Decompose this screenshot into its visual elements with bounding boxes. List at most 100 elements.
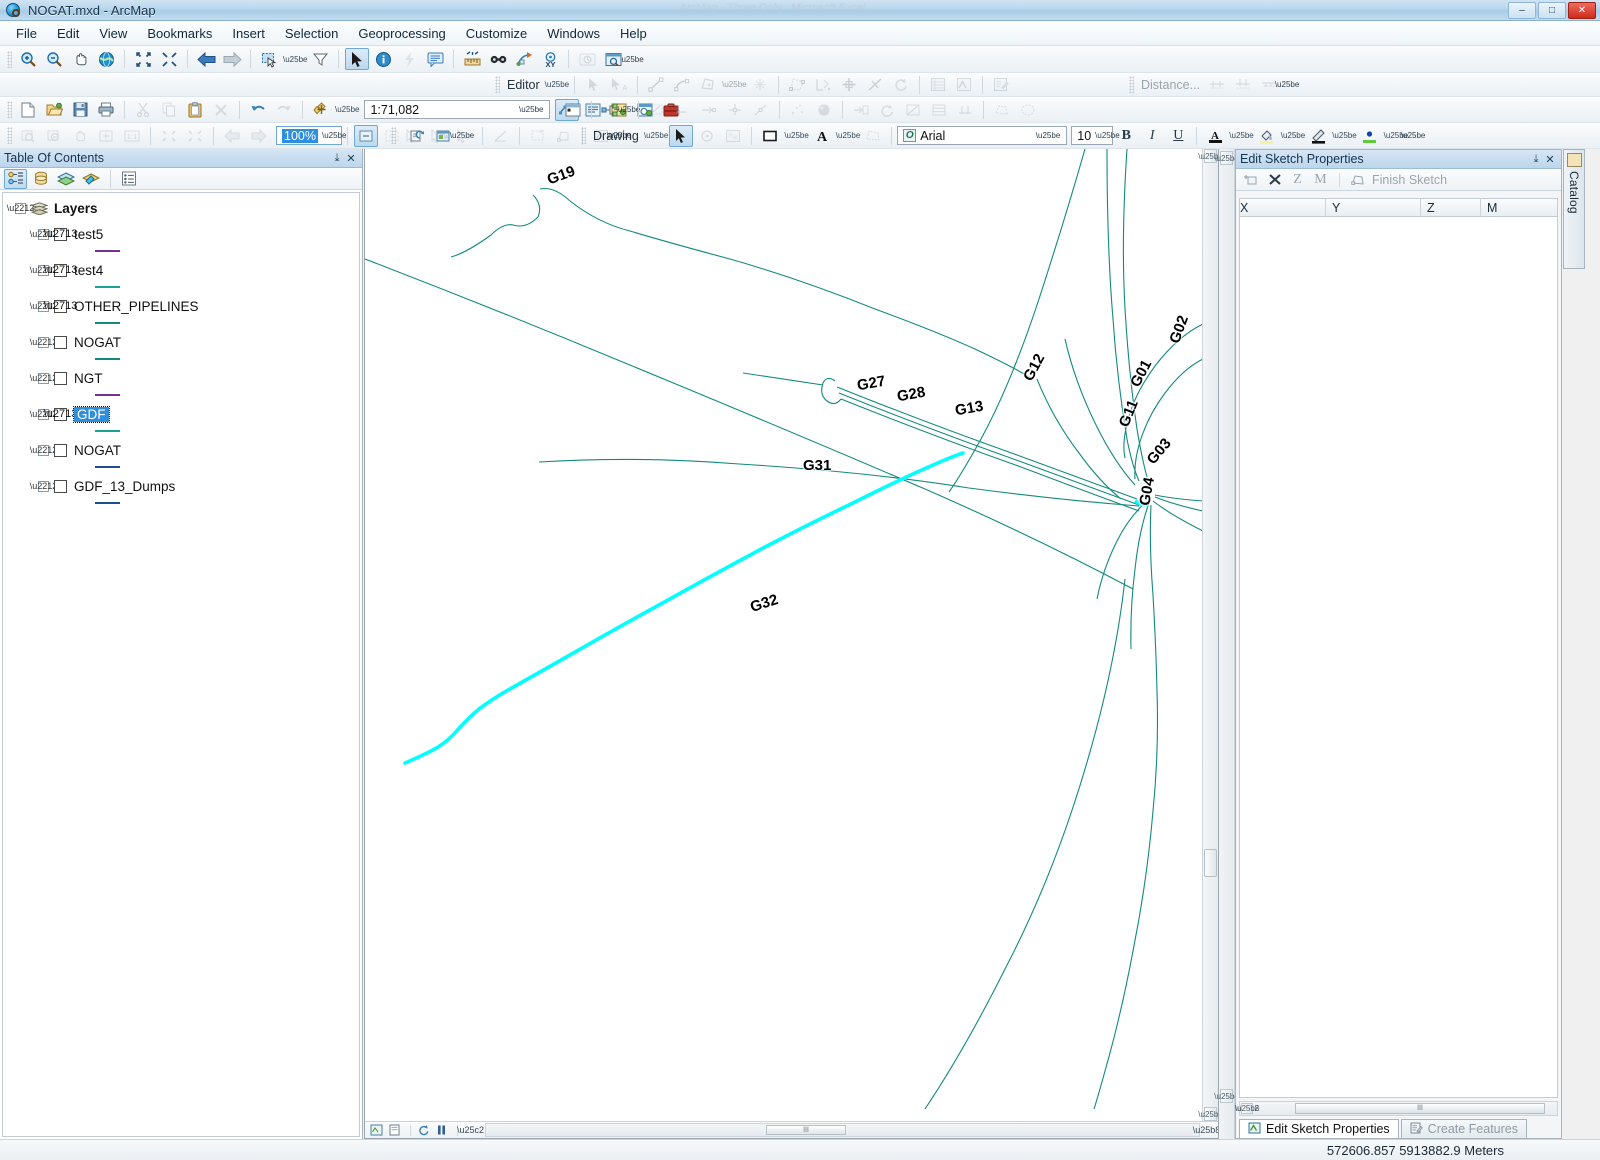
- map-scale-combo[interactable]: 1:71,082 \u25be: [364, 100, 551, 119]
- toggle-draft-mode-icon[interactable]: [354, 124, 378, 147]
- select-topology-icon[interactable]: [400, 125, 424, 147]
- insert-vertex-icon[interactable]: [1242, 171, 1261, 189]
- identify-icon[interactable]: [371, 48, 395, 70]
- scroll-right-icon[interactable]: \u25b8: [1193, 1123, 1218, 1137]
- draw-rectangle-icon[interactable]: [758, 125, 782, 147]
- planarize-lines-icon[interactable]: [953, 99, 977, 121]
- measure-icon[interactable]: [460, 48, 484, 70]
- print-icon[interactable]: [94, 99, 118, 121]
- distance-toolbar-grip[interactable]: [1129, 76, 1134, 93]
- z-button[interactable]: Z: [1288, 171, 1307, 189]
- go-back-extent-icon[interactable]: [194, 48, 218, 70]
- time-slider-icon[interactable]: [575, 48, 599, 70]
- finish-sketch-icon[interactable]: [1349, 171, 1368, 189]
- toc-layer-gdf13dumps[interactable]: \u2212 GDF_13_Dumps: [30, 477, 359, 495]
- layout-forward-icon[interactable]: [246, 125, 270, 147]
- esk-pin-button[interactable]: ⤓: [1529, 152, 1543, 166]
- topology-edit-icon[interactable]: [901, 99, 925, 121]
- layout-zoom-in-icon[interactable]: [16, 125, 40, 147]
- new-map-icon[interactable]: [16, 99, 40, 121]
- vertex-snap-icon[interactable]: [645, 99, 669, 121]
- add-topology-icon[interactable]: [426, 125, 450, 147]
- scroll-left-icon[interactable]: \u25c2: [457, 1123, 484, 1137]
- save-icon[interactable]: [68, 99, 92, 121]
- show-shared-features-icon[interactable]: [927, 99, 951, 121]
- go-forward-extent-icon[interactable]: [220, 48, 244, 70]
- menu-item-selection[interactable]: Selection: [275, 23, 348, 44]
- layout-pan-icon[interactable]: [68, 125, 92, 147]
- pause-drawing-icon[interactable]: [434, 1123, 449, 1137]
- map-horizontal-scrollbar[interactable]: ‖‖: [485, 1123, 1200, 1137]
- intersection-snap-icon[interactable]: [723, 99, 747, 121]
- zoom-in-icon[interactable]: [16, 48, 40, 70]
- sphere-icon[interactable]: [812, 99, 836, 121]
- map-data-frame[interactable]: G19 G12 G27 G28 G13 G02 G01 G11 G03 G04 …: [364, 149, 1219, 1139]
- construct-features-icon[interactable]: [990, 99, 1014, 121]
- toc-layer-nogat-1[interactable]: \u2212 NOGAT: [30, 333, 359, 351]
- layout-toolbar-grip[interactable]: [7, 127, 12, 144]
- layer-checkbox[interactable]: \u2713: [44, 227, 77, 241]
- close-button[interactable]: ✕: [1568, 2, 1596, 19]
- new-text-icon[interactable]: A: [810, 125, 834, 147]
- toc-layer-ngt[interactable]: \u2212 NGT: [30, 369, 359, 387]
- topology-modify-icon[interactable]: [526, 125, 550, 147]
- clear-selection-icon[interactable]: [308, 48, 332, 70]
- map-vscroll-thumb[interactable]: [1204, 849, 1217, 877]
- list-by-visibility-icon[interactable]: [54, 169, 77, 189]
- straight-segment-icon[interactable]: [644, 74, 668, 96]
- arc-segment-icon[interactable]: [670, 74, 694, 96]
- toolbar-grip[interactable]: [7, 50, 12, 68]
- create-features-icon[interactable]: [989, 74, 1013, 96]
- toc-layer-test4[interactable]: \u2212 \u2713 test4: [30, 261, 359, 279]
- remove-topology-icon[interactable]: [452, 125, 476, 147]
- distance-distance-icon[interactable]: [1205, 74, 1229, 96]
- point-icon[interactable]: [748, 74, 772, 96]
- menu-item-windows[interactable]: Windows: [537, 23, 610, 44]
- rdock-splitter[interactable]: \u25b4 \u25be: [1214, 149, 1239, 1139]
- map-canvas[interactable]: G19 G12 G27 G28 G13 G02 G01 G11 G03 G04 …: [365, 149, 1204, 1138]
- marker-color-icon[interactable]: [1358, 125, 1382, 147]
- esk-grid-body[interactable]: [1239, 217, 1558, 1098]
- layout-full-extent-icon[interactable]: [94, 125, 118, 147]
- toc-root-layers[interactable]: \u2212 Layers: [7, 199, 359, 217]
- edit-vertices-icon[interactable]: [785, 74, 809, 96]
- find-route-icon[interactable]: [512, 48, 536, 70]
- cut-polygons-icon[interactable]: [837, 74, 861, 96]
- font-size-combo[interactable]: 10 \u25be: [1071, 126, 1120, 145]
- list-by-selection-icon[interactable]: [79, 169, 102, 189]
- esk-hscroll-thumb[interactable]: ‖‖: [1295, 1103, 1545, 1114]
- layout-zoom-combo[interactable]: 100% \u25be: [276, 126, 346, 145]
- drawing-polygon-icon[interactable]: [861, 125, 885, 147]
- menu-item-help[interactable]: Help: [610, 23, 657, 44]
- toc-layer-nogat-2[interactable]: \u2212 NOGAT: [30, 441, 359, 459]
- font-family-combo[interactable]: O Arial \u25be: [897, 126, 1068, 145]
- drawing-toolbar-grip[interactable]: [581, 127, 586, 144]
- catalog-side-tab[interactable]: Catalog: [1563, 149, 1585, 269]
- topology-toolbar-grip[interactable]: [391, 127, 396, 144]
- line-color-icon[interactable]: [1306, 125, 1330, 147]
- fill-color-icon[interactable]: [1255, 125, 1279, 147]
- expander-icon[interactable]: \u2212: [30, 444, 57, 456]
- expander-icon[interactable]: \u2212: [30, 372, 57, 384]
- edge-snap-icon[interactable]: [671, 99, 695, 121]
- column-header-y[interactable]: Y: [1326, 199, 1421, 216]
- dock-scroll-down-icon[interactable]: \u25be: [1214, 1089, 1239, 1103]
- map-topology-icon[interactable]: [849, 99, 873, 121]
- redo-icon[interactable]: [272, 99, 296, 121]
- menu-item-file[interactable]: File: [6, 23, 47, 44]
- menu-item-bookmarks[interactable]: Bookmarks: [137, 23, 222, 44]
- fixed-zoom-out-icon[interactable]: [157, 48, 181, 70]
- deflection-distance-icon[interactable]: [1257, 74, 1281, 96]
- select-features-icon[interactable]: [257, 48, 281, 70]
- expander-icon[interactable]: \u2212: [30, 336, 57, 348]
- options-icon[interactable]: [117, 169, 140, 189]
- menu-item-view[interactable]: View: [89, 23, 137, 44]
- map-hscroll-thumb[interactable]: ‖‖: [766, 1125, 846, 1135]
- snapping-menu-icon[interactable]: [561, 99, 585, 121]
- edit-annotation-tool-icon[interactable]: A: [607, 74, 631, 96]
- esk-horizontal-scrollbar[interactable]: \u25c2 ‖‖ \u25b8: [1235, 1101, 1558, 1116]
- layout-fixed-zoom-in-icon[interactable]: [157, 125, 181, 147]
- finish-sketch-label[interactable]: Finish Sketch: [1372, 173, 1447, 187]
- toc-pin-button[interactable]: ⤓: [330, 151, 344, 165]
- layer-checkbox[interactable]: [54, 443, 67, 457]
